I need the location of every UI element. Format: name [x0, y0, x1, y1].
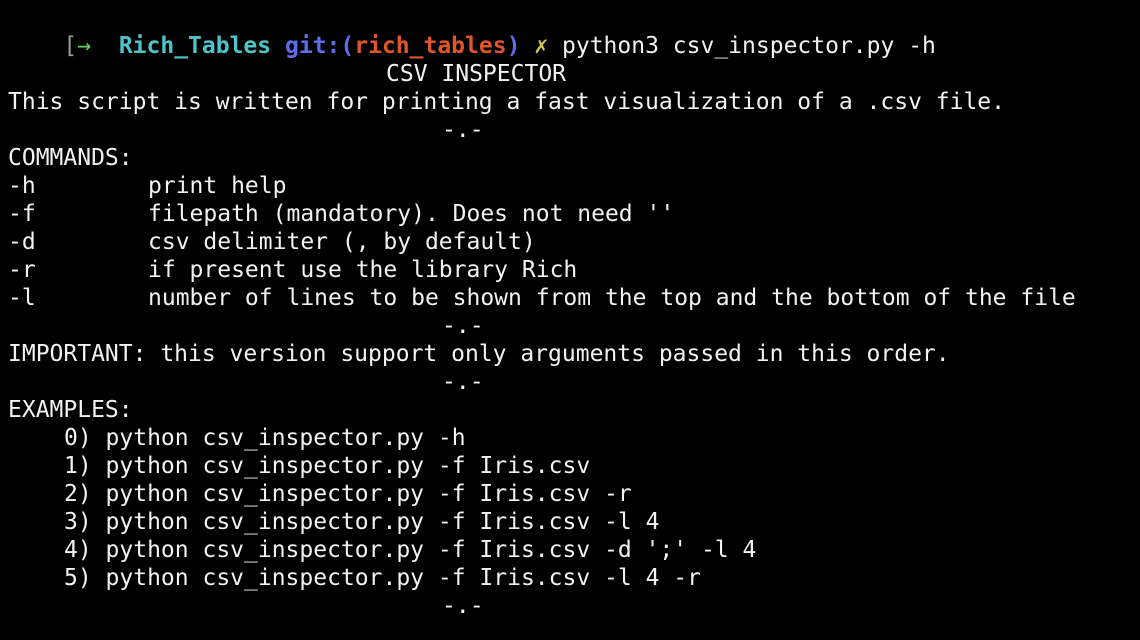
example-line: 3) python csv_inspector.py -f Iris.csv -…	[64, 509, 660, 535]
example-line: 4) python csv_inspector.py -f Iris.csv -…	[64, 537, 757, 563]
command-description: filepath (mandatory). Does not need ''	[148, 201, 675, 227]
command-description: number of lines to be shown from the top…	[148, 285, 1076, 311]
example-line: 5) python csv_inspector.py -f Iris.csv -…	[64, 565, 701, 591]
command-text: python3 csv_inspector.py -h	[562, 33, 936, 59]
examples-header: EXAMPLES:	[8, 397, 133, 423]
example-line: 2) python csv_inspector.py -f Iris.csv -…	[64, 481, 632, 507]
command-flag: -f	[8, 201, 36, 227]
command-flag: -l	[8, 285, 36, 311]
current-directory: Rich_Tables	[118, 33, 272, 59]
separator: -.-	[442, 117, 484, 143]
separator: -.-	[442, 593, 484, 619]
commands-header: COMMANDS:	[8, 145, 133, 171]
dirty-marker-icon: ✗	[534, 33, 549, 59]
help-title: CSV INSPECTOR	[386, 61, 567, 87]
terminal-window[interactable]: [→ Rich_Tables git:(rich_tables) ✗ pytho…	[0, 0, 1140, 640]
command-description: if present use the library Rich	[148, 257, 578, 283]
command-flag: -d	[8, 229, 36, 255]
help-description: This script is written for printing a fa…	[8, 89, 1005, 115]
command-flag: -r	[8, 257, 36, 283]
example-line: 0) python csv_inspector.py -h	[64, 425, 466, 451]
prompt-line: [→ Rich_Tables git:(rich_tables) ✗ pytho…	[63, 33, 936, 59]
example-line: 1) python csv_inspector.py -f Iris.csv	[64, 453, 591, 479]
separator: -.-	[442, 313, 484, 339]
command-flag: -h	[8, 173, 36, 199]
command-description: print help	[148, 173, 287, 199]
git-label: git:	[285, 33, 341, 59]
separator: -.-	[442, 369, 484, 395]
prompt-arrow-icon: [→	[63, 33, 92, 59]
command-description: csv delimiter (, by default)	[148, 229, 536, 255]
important-note: IMPORTANT: this version support only arg…	[8, 341, 950, 367]
git-branch: rich_tables	[354, 33, 507, 59]
